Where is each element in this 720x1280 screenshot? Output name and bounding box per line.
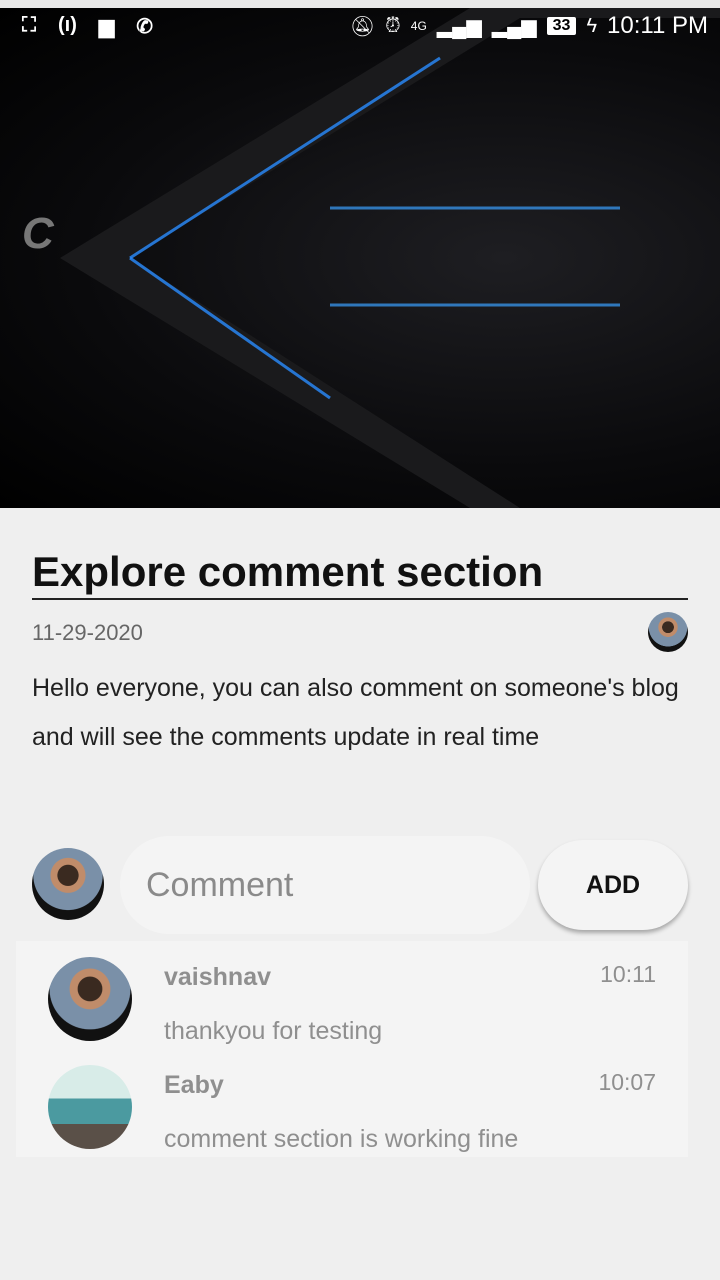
comment-item: vaishnav thankyou for testing 10:11 [16, 941, 688, 1049]
commenter-avatar [48, 1065, 132, 1149]
commenter-avatar [48, 957, 132, 1041]
user-avatar [32, 848, 104, 920]
alarm-icon: ⏰︎ [385, 14, 401, 37]
charging-icon: ϟ [586, 14, 598, 37]
signal-icon-2: ▂▄▆ [491, 15, 537, 38]
comment-text: thankyou for testing [164, 1017, 383, 1045]
hotspot-icon: (ı) [58, 13, 77, 36]
screenshot-icon: ⛶ [22, 13, 36, 36]
post-date: 11-29-2020 [32, 620, 143, 645]
add-comment-button[interactable]: ADD [538, 840, 688, 930]
comment-input[interactable] [120, 836, 530, 934]
comment-list[interactable]: vaishnav thankyou for testing 10:11 Eaby… [16, 941, 688, 1157]
mute-icon: 🔕︎ [349, 15, 376, 38]
comment-time: 10:11 [600, 961, 656, 987]
title-divider [32, 598, 688, 600]
header-image: C [0, 8, 720, 508]
signal-icon: ▂▄▆ [436, 15, 482, 38]
top-strip [0, 0, 720, 8]
android-icon: ▆ [98, 15, 115, 38]
network-label: 4G [410, 19, 427, 33]
post-body: Hello everyone, you can also comment on … [32, 674, 679, 751]
call-alert-icon: ✆ [136, 15, 154, 38]
comment-time: 10:07 [598, 1069, 656, 1095]
status-bar: ⛶ (ı) ▆ ✆ 🔕︎ ⏰︎ 4G ▂▄▆ ▂▄▆ 33 ϟ 10:11 PM [0, 8, 720, 44]
comment-user: vaishnav [164, 963, 272, 991]
comment-text: comment section is working fine [164, 1125, 519, 1153]
battery-icon: 33 [546, 17, 577, 35]
author-avatar[interactable] [648, 612, 688, 652]
post-title: Explore comment section [32, 548, 544, 595]
status-time: 10:11 PM [607, 12, 708, 39]
comment-user: Eaby [164, 1071, 224, 1099]
svg-text:C: C [22, 209, 55, 258]
comment-item: Eaby comment section is working fine 10:… [16, 1049, 688, 1157]
